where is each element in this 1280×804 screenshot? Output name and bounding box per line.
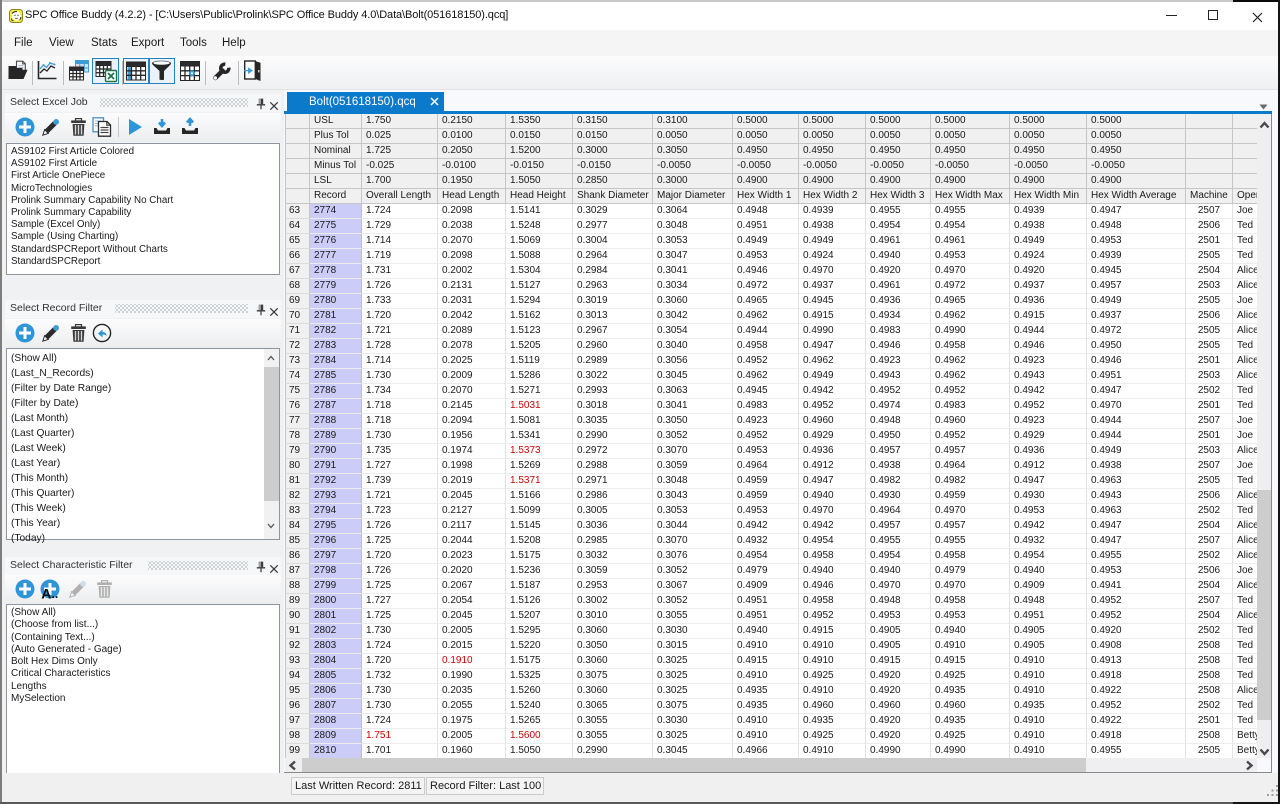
svg-text:..: .. <box>52 587 59 600</box>
svg-text:A: A <box>41 586 51 601</box>
